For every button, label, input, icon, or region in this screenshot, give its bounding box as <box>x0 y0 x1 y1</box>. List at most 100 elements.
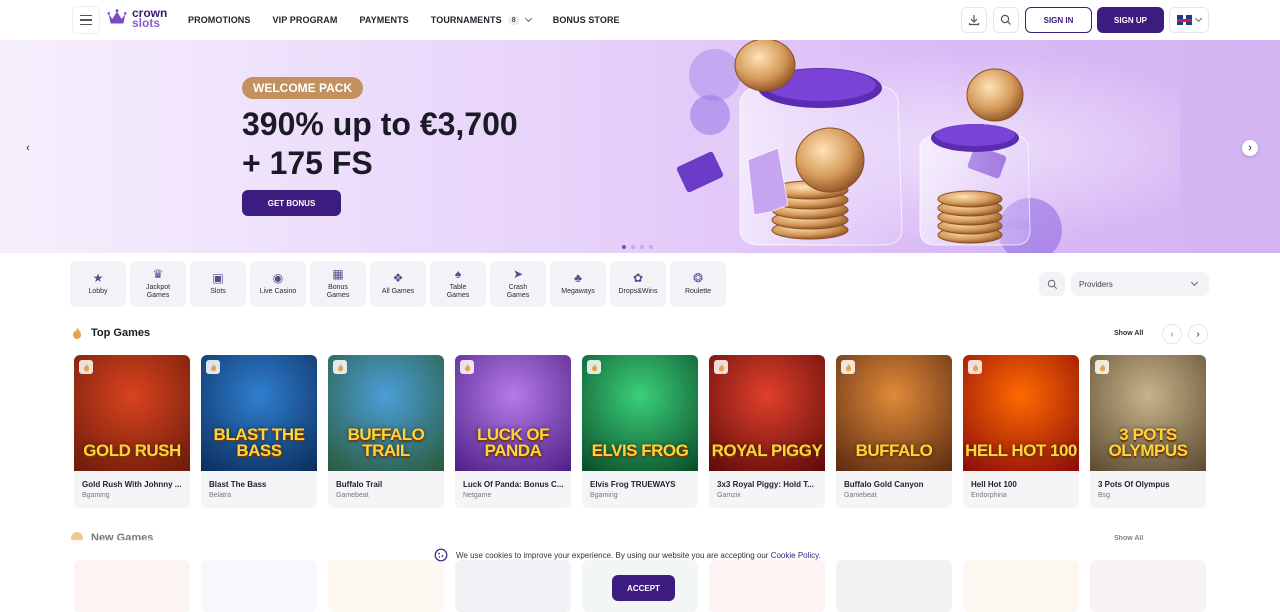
game-thumbnail[interactable]: ELVIS FROG <box>582 355 698 471</box>
category-label: Jackpot Games <box>145 284 171 299</box>
download-button[interactable] <box>961 7 987 33</box>
game-card[interactable]: HELL HOT 100 Hell Hot 100 Endorphina <box>963 355 1079 508</box>
category-label: Lobby <box>88 288 108 295</box>
nav-vip-program[interactable]: VIP PROGRAM <box>273 15 338 25</box>
welcome-pack-pill: WELCOME PACK <box>242 77 364 99</box>
hero-title: 390% up to €3,700 + 175 FS <box>242 105 518 183</box>
providers-dropdown[interactable]: Providers <box>1071 272 1209 296</box>
chevron-down-icon <box>1190 278 1199 287</box>
game-title: Buffalo Trail <box>336 480 383 489</box>
game-card[interactable]: BLAST THE BASS Blast The Bass Belatra <box>201 355 317 508</box>
providers-label: Providers <box>1079 279 1113 289</box>
nav-tournaments[interactable]: TOURNAMENTS 8 <box>430 14 532 25</box>
game-card[interactable]: BUFFALO Buffalo Gold Canyon Gamebeat <box>836 355 952 508</box>
accept-cookies-button[interactable]: ACCEPT <box>612 575 675 601</box>
fire-icon <box>73 327 81 339</box>
top-games-list: GOLD RUSH Gold Rush With Johnny ... Bgamin… <box>74 355 1206 508</box>
category-lobby[interactable]: ★ Lobby <box>70 261 126 307</box>
category-label: Drops&Wins <box>618 288 658 295</box>
game-card[interactable]: BUFFALO TRAIL Buffalo Trail Gamebeat <box>328 355 444 508</box>
game-thumbnail[interactable]: HELL HOT 100 <box>963 355 1079 471</box>
cookie-message: We use cookies to improve your experienc… <box>434 548 821 562</box>
game-title: 3 Pots Of Olympus <box>1098 480 1170 489</box>
rocket-icon: ➤ <box>512 267 524 281</box>
game-thumbnail[interactable]: LUCK OF PANDA <box>455 355 571 471</box>
category-roulette[interactable]: ❂ Roulette <box>670 261 726 307</box>
carousel-dot[interactable] <box>649 245 653 249</box>
game-provider: Gamebeat <box>844 492 877 499</box>
search-icon <box>1000 14 1011 25</box>
game-card[interactable]: LUCK OF PANDA Luck Of Panda: Bonus C... Ne… <box>455 355 571 508</box>
game-logo-text: LUCK OF PANDA <box>476 425 550 460</box>
nav-label: VIP PROGRAM <box>272 15 338 25</box>
cookie-policy-link[interactable]: Cookie Policy. <box>771 551 821 560</box>
game-thumbnail[interactable]: BUFFALO TRAIL <box>328 355 444 471</box>
top-games-prev-icon[interactable]: ‹ <box>1162 324 1182 344</box>
nav-label: TOURNAMENTS <box>430 15 502 25</box>
carousel-dots <box>622 245 653 249</box>
category-label: Table Games <box>446 284 470 299</box>
star-icon: ★ <box>92 271 104 285</box>
nav-label: PROMOTIONS <box>188 15 251 25</box>
menu-icon[interactable] <box>72 6 100 34</box>
search-icon <box>1047 279 1057 289</box>
carousel-next-arrow-icon[interactable]: › <box>1242 140 1258 156</box>
nav-label: PAYMENTS <box>359 15 409 25</box>
top-games-header: Top Games <box>70 326 150 340</box>
category-bonus-games[interactable]: ▦ Bonus Games <box>310 261 366 307</box>
fire-icon <box>1095 360 1109 374</box>
nav-payments[interactable]: PAYMENTS <box>359 15 408 25</box>
category-live-casino[interactable]: ◉ Live Casino <box>250 261 306 307</box>
game-title: Hell Hot 100 <box>971 480 1017 489</box>
game-thumbnail[interactable]: 3 POTS OLYMPUS <box>1090 355 1206 471</box>
game-card[interactable]: ELVIS FROG Elvis Frog TRUEWAYS Bgaming <box>582 355 698 508</box>
game-card[interactable]: ROYAL PIGGY 3x3 Royal Piggy: Hold T... Gam… <box>709 355 825 508</box>
fire-icon <box>460 360 474 374</box>
game-search-button[interactable] <box>1039 272 1065 296</box>
carousel-dot[interactable] <box>631 245 635 249</box>
game-thumbnail[interactable]: GOLD RUSH <box>74 355 190 471</box>
carousel-prev-arrow-icon[interactable]: ‹ <box>20 140 36 156</box>
top-games-next-icon[interactable]: › <box>1188 324 1208 344</box>
live-casino-icon: ◉ <box>272 271 284 285</box>
game-thumbnail[interactable]: BLAST THE BASS <box>201 355 317 471</box>
carousel-dot[interactable] <box>640 245 644 249</box>
category-all-games[interactable]: ❖ All Games <box>370 261 426 307</box>
roulette-icon: ❂ <box>692 271 704 285</box>
fire-icon <box>714 360 728 374</box>
category-table-games[interactable]: ♠ Table Games <box>430 261 486 307</box>
top-games-show-all-link[interactable]: Show All <box>1114 330 1143 337</box>
category-megaways[interactable]: ♣ Megaways <box>550 261 606 307</box>
hero-banner: WELCOME PACK 390% up to €3,700 + 175 FS … <box>0 40 1280 253</box>
game-thumbnail[interactable]: BUFFALO <box>836 355 952 471</box>
game-logo-text: ELVIS FROG <box>591 441 689 460</box>
category-slots[interactable]: ▣ Slots <box>190 261 246 307</box>
category-crash-games[interactable]: ➤ Crash Games <box>490 261 546 307</box>
sign-up-button[interactable]: SIGN UP <box>1097 7 1164 33</box>
get-bonus-button[interactable]: GET BONUS <box>242 190 341 216</box>
game-card[interactable]: GOLD RUSH Gold Rush With Johnny ... Bgamin… <box>74 355 190 508</box>
category-drops-wins[interactable]: ✿ Drops&Wins <box>610 261 666 307</box>
nav-promotions[interactable]: PROMOTIONS <box>188 15 251 25</box>
hero-title-line1: 390% up to €3,700 <box>242 106 518 142</box>
category-jackpot-games[interactable]: ♛ Jackpot Games <box>130 261 186 307</box>
cards-icon: ♠ <box>454 267 462 281</box>
game-provider: Gamzix <box>717 492 741 499</box>
game-provider: Netgame <box>463 492 492 499</box>
chevron-down-icon <box>524 14 532 23</box>
language-selector[interactable] <box>1169 7 1209 33</box>
category-label: Live Casino <box>259 288 297 295</box>
nav-bonus-store[interactable]: BONUS STORE <box>553 15 620 25</box>
carousel-dot[interactable] <box>622 245 626 249</box>
category-label: Slots <box>210 288 226 295</box>
logo[interactable]: crown slots <box>106 7 167 29</box>
fire-icon <box>333 360 347 374</box>
sign-in-button[interactable]: SIGN IN <box>1025 7 1092 33</box>
search-button[interactable] <box>993 7 1019 33</box>
game-title: Luck Of Panda: Bonus C... <box>463 480 564 489</box>
game-thumbnail[interactable]: ROYAL PIGGY <box>709 355 825 471</box>
nav-label: BONUS STORE <box>552 15 620 25</box>
crown-icon <box>107 9 127 24</box>
game-card[interactable]: 3 POTS OLYMPUS 3 Pots Of Olympus Bsg <box>1090 355 1206 508</box>
game-title: Gold Rush With Johnny ... <box>82 480 182 489</box>
